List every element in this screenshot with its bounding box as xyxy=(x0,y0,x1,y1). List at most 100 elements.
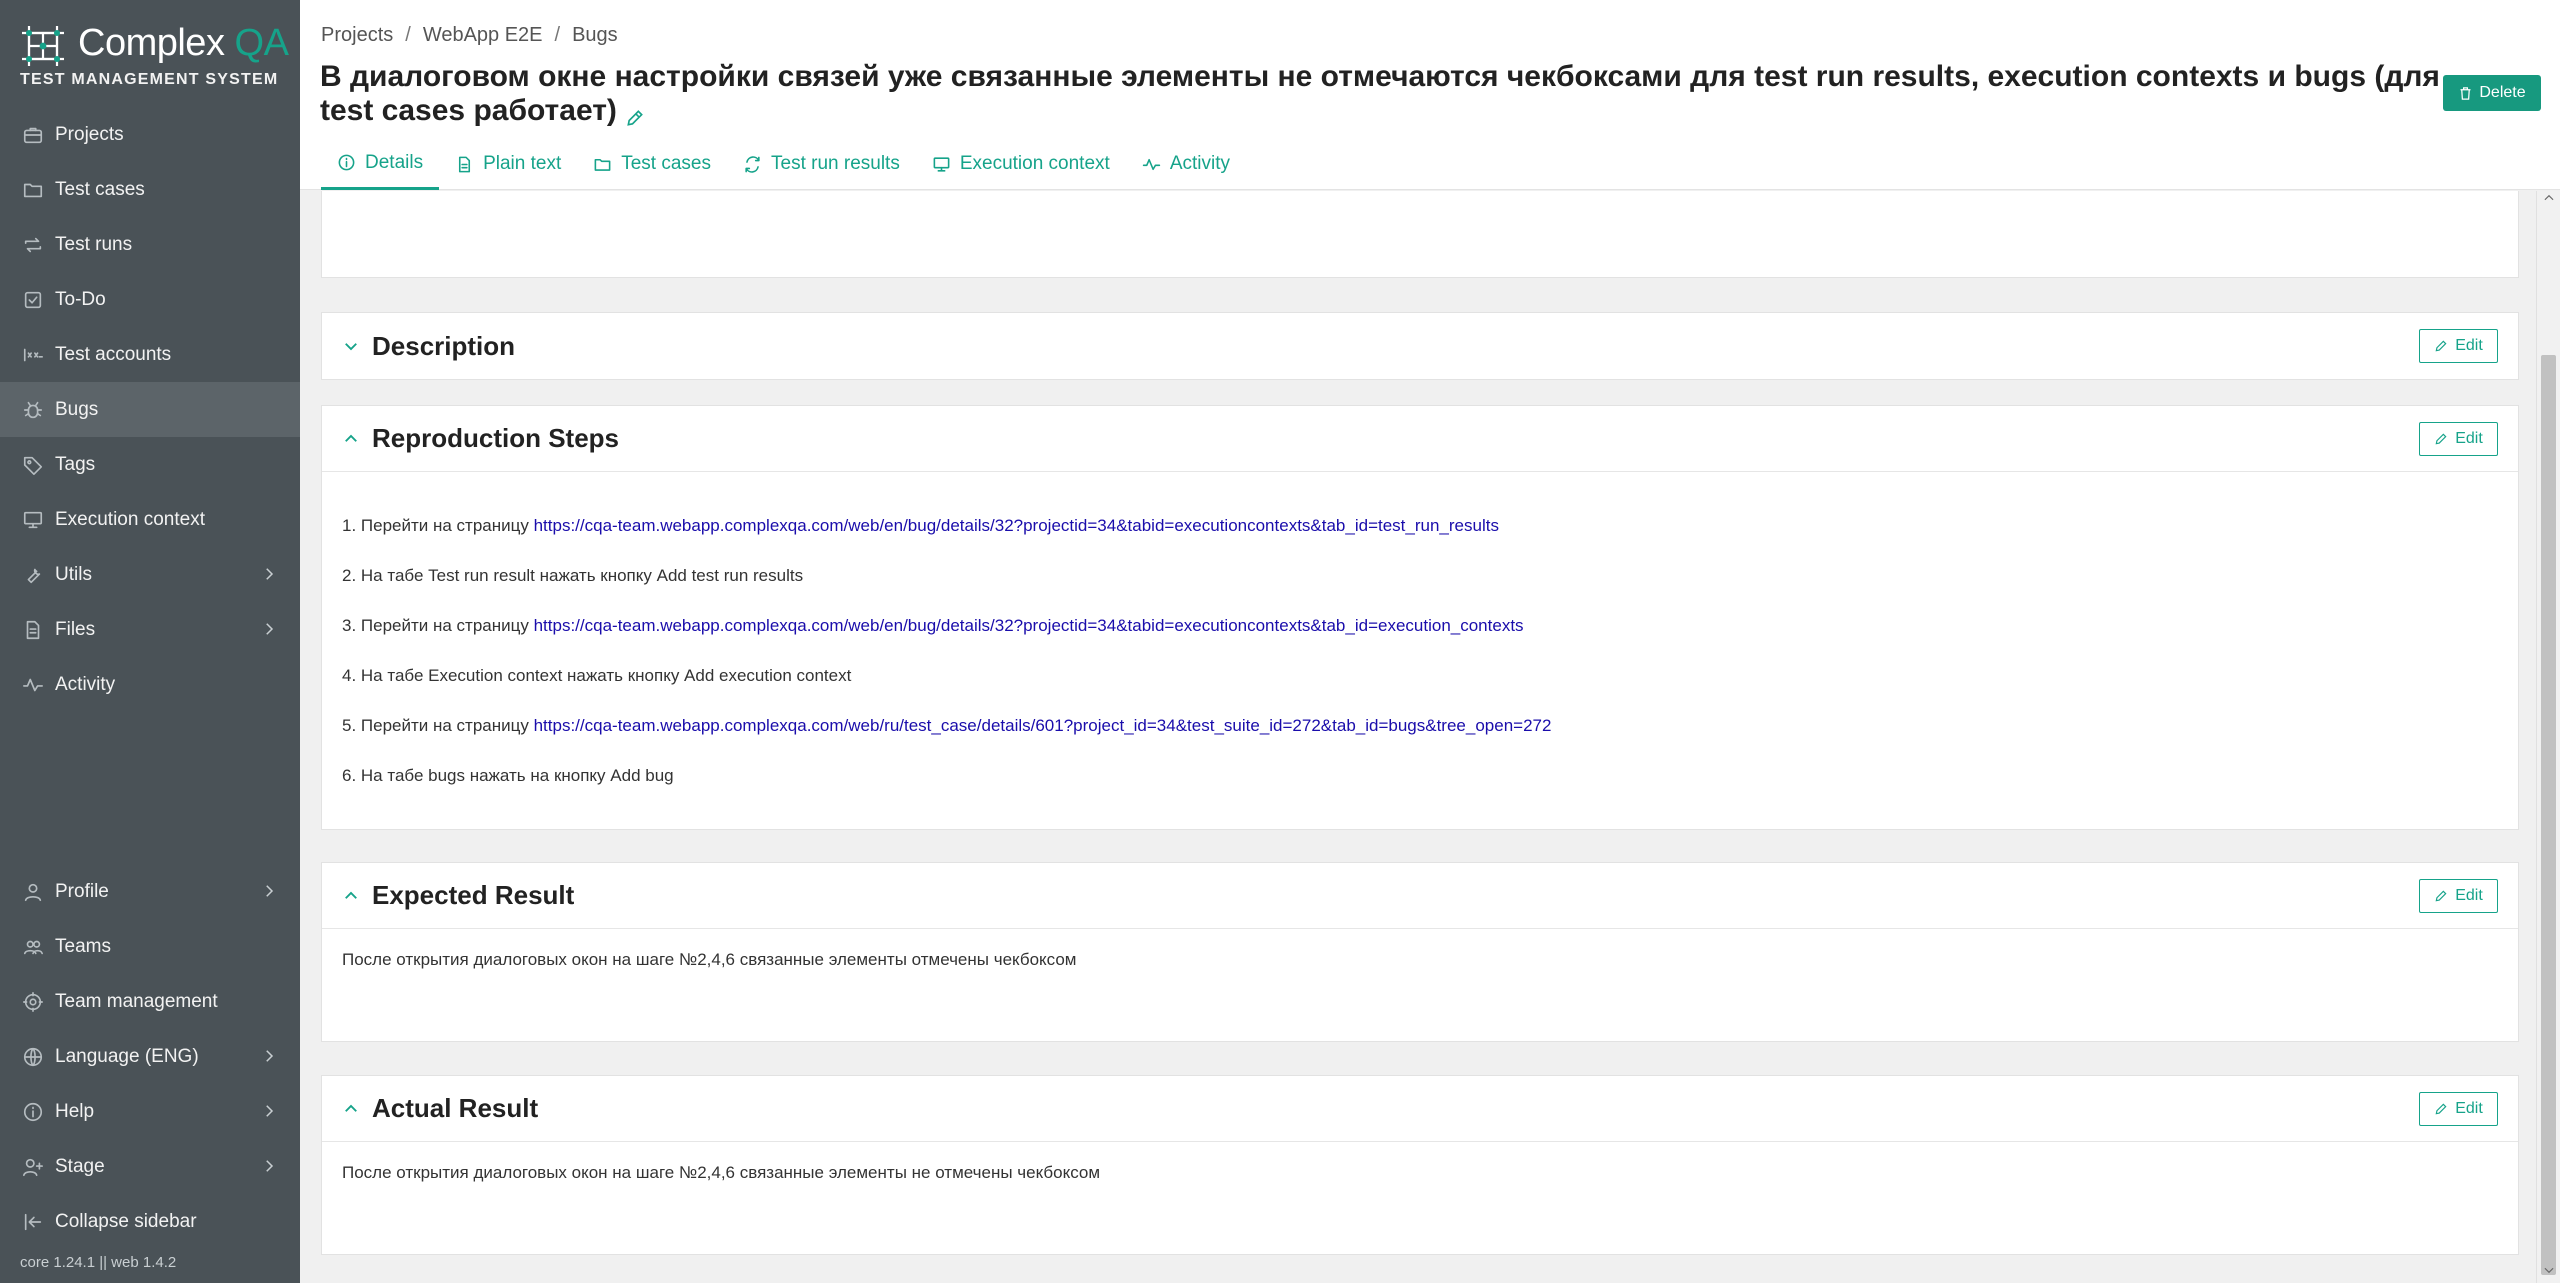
tab-details[interactable]: Details xyxy=(321,138,440,190)
breadcrumb-separator: / xyxy=(554,24,561,46)
edit-label: Edit xyxy=(2455,430,2483,447)
sidebar-item-label: Utils xyxy=(55,563,92,585)
sidebar-item-label: Bugs xyxy=(55,398,99,420)
sidebar-item-label: Collapse sidebar xyxy=(55,1210,197,1232)
edit-reproduction-steps-button[interactable]: Edit xyxy=(2419,422,2498,456)
step-item: 3. Перейти на страницу https://cqa-team.… xyxy=(342,616,1524,635)
scroll-down-arrow-icon[interactable] xyxy=(2542,1263,2556,1279)
briefcase-icon xyxy=(20,122,46,148)
chevron-right-icon xyxy=(260,620,278,638)
tab-label: Execution context xyxy=(959,153,1110,174)
trash-icon xyxy=(2460,86,2471,100)
chevron-right-icon xyxy=(260,1157,278,1175)
chevron-right-icon xyxy=(260,882,278,900)
step-link[interactable]: https://cqa-team.webapp.complexqa.com/we… xyxy=(534,716,1552,735)
actual-result-header: Actual Result Edit xyxy=(322,1076,2518,1142)
edit-label: Edit xyxy=(2455,887,2483,904)
monitor-icon xyxy=(933,156,950,172)
chevron-up-icon[interactable] xyxy=(342,1100,360,1118)
breadcrumb-item-project[interactable]: WebApp E2E xyxy=(423,24,543,47)
sidebar-item-execution-context[interactable]: Execution context xyxy=(0,492,300,547)
sidebar-item-team-management[interactable]: Team management xyxy=(0,974,300,1029)
sidebar-item-label: Files xyxy=(55,618,96,640)
sidebar-item-utils[interactable]: Utils xyxy=(0,547,300,602)
password-icon xyxy=(20,342,46,368)
tab-test-run-results[interactable]: Test run results xyxy=(727,138,916,190)
tab-execution-context[interactable]: Execution context xyxy=(916,138,1126,190)
logo-subtitle: TEST MANAGEMENT SYSTEM xyxy=(20,71,279,88)
sidebar-item-label: Teams xyxy=(55,935,111,957)
delete-button[interactable]: Delete xyxy=(2443,75,2541,111)
checkbox-icon xyxy=(20,287,46,313)
files-icon xyxy=(20,617,46,643)
monitor-icon xyxy=(20,507,46,533)
folder-icon xyxy=(594,158,611,171)
tab-label: Plain text xyxy=(483,153,562,174)
document-icon xyxy=(459,156,471,172)
breadcrumb-item-projects[interactable]: Projects xyxy=(321,24,393,47)
sidebar-item-label: To-Do xyxy=(55,288,106,310)
sidebar-item-activity[interactable]: Activity xyxy=(0,657,300,712)
edit-actual-result-button[interactable]: Edit xyxy=(2419,1092,2498,1126)
section-title: Expected Result xyxy=(372,880,575,910)
sidebar-item-teams[interactable]: Teams xyxy=(0,919,300,974)
actual-result-panel: Actual Result Edit После открытия диалог… xyxy=(321,1075,2519,1255)
sidebar-item-projects[interactable]: Projects xyxy=(0,107,300,162)
globe-icon xyxy=(20,1044,46,1070)
tab-label: Details xyxy=(365,151,424,173)
tab-bar: Details Plain text Test cases Test run r… xyxy=(321,138,1246,190)
page-header: Projects / WebApp E2E / Bugs В диалогово… xyxy=(300,0,2560,190)
actual-result-text: После открытия диалоговых окон на шаге №… xyxy=(342,1163,1101,1182)
sidebar-item-stage[interactable]: Stage xyxy=(0,1139,300,1194)
tab-test-cases[interactable]: Test cases xyxy=(577,138,727,190)
info-icon xyxy=(20,1099,46,1125)
sidebar-item-test-cases[interactable]: Test cases xyxy=(0,162,300,217)
step-link[interactable]: https://cqa-team.webapp.complexqa.com/we… xyxy=(534,616,1524,635)
app-logo[interactable]: Complex QA TEST MANAGEMENT SYSTEM xyxy=(20,22,289,88)
actual-result-body: После открытия диалоговых окон на шаге №… xyxy=(322,1142,2518,1183)
breadcrumb-item-bugs[interactable]: Bugs xyxy=(572,24,618,47)
pencil-icon xyxy=(2435,433,2447,445)
edit-expected-result-button[interactable]: Edit xyxy=(2419,879,2498,913)
logo-circuit-icon xyxy=(22,26,64,66)
details-content: Description Edit Reproduction Steps Edit… xyxy=(300,191,2536,1283)
sidebar-item-collapse[interactable]: Collapse sidebar xyxy=(0,1194,300,1249)
folder-icon xyxy=(20,177,46,203)
section-title: Actual Result xyxy=(372,1093,539,1123)
user-icon xyxy=(20,879,46,905)
edit-description-button[interactable]: Edit xyxy=(2419,329,2498,363)
step-item: 6. На табе bugs нажать на кнопку Add bug xyxy=(342,766,674,785)
pencil-icon xyxy=(2435,1103,2447,1115)
repeat-icon xyxy=(20,232,46,258)
chevron-up-icon[interactable] xyxy=(342,430,360,448)
step-item: 2. На табе Test run result нажать кнопку… xyxy=(342,566,804,585)
scrollbar-thumb[interactable] xyxy=(2541,355,2556,1275)
edit-title-icon[interactable] xyxy=(625,102,645,126)
chevron-right-icon xyxy=(260,1102,278,1120)
chevron-down-icon[interactable] xyxy=(342,337,360,355)
sidebar-item-label: Team management xyxy=(55,990,218,1012)
user-plus-icon xyxy=(20,1154,46,1180)
step-item: 4. На табе Execution context нажать кноп… xyxy=(342,666,852,685)
description-panel: Description Edit xyxy=(321,312,2519,380)
step-link[interactable]: https://cqa-team.webapp.complexqa.com/we… xyxy=(534,516,1499,535)
description-header: Description Edit xyxy=(322,313,2518,379)
tab-activity[interactable]: Activity xyxy=(1126,138,1246,190)
sidebar-item-test-accounts[interactable]: Test accounts xyxy=(0,327,300,382)
scroll-up-arrow-icon[interactable] xyxy=(2542,191,2556,207)
expected-result-header: Expected Result Edit xyxy=(322,863,2518,929)
tab-plain-text[interactable]: Plain text xyxy=(439,138,577,190)
sidebar-item-files[interactable]: Files xyxy=(0,602,300,657)
section-title: Reproduction Steps xyxy=(372,423,620,453)
sidebar-item-tags[interactable]: Tags xyxy=(0,437,300,492)
sidebar-item-help[interactable]: Help xyxy=(0,1084,300,1139)
sidebar-item-todo[interactable]: To-Do xyxy=(0,272,300,327)
content-scrollbar[interactable] xyxy=(2536,191,2560,1283)
previous-section-panel xyxy=(321,191,2519,278)
sidebar-item-language[interactable]: Language (ENG) xyxy=(0,1029,300,1084)
reproduction-steps-panel: Reproduction Steps Edit 1. Перейти на ст… xyxy=(321,405,2519,830)
sidebar-item-profile[interactable]: Profile xyxy=(0,864,300,919)
sidebar-item-test-runs[interactable]: Test runs xyxy=(0,217,300,272)
chevron-up-icon[interactable] xyxy=(342,887,360,905)
sidebar-item-bugs[interactable]: Bugs xyxy=(0,382,300,437)
